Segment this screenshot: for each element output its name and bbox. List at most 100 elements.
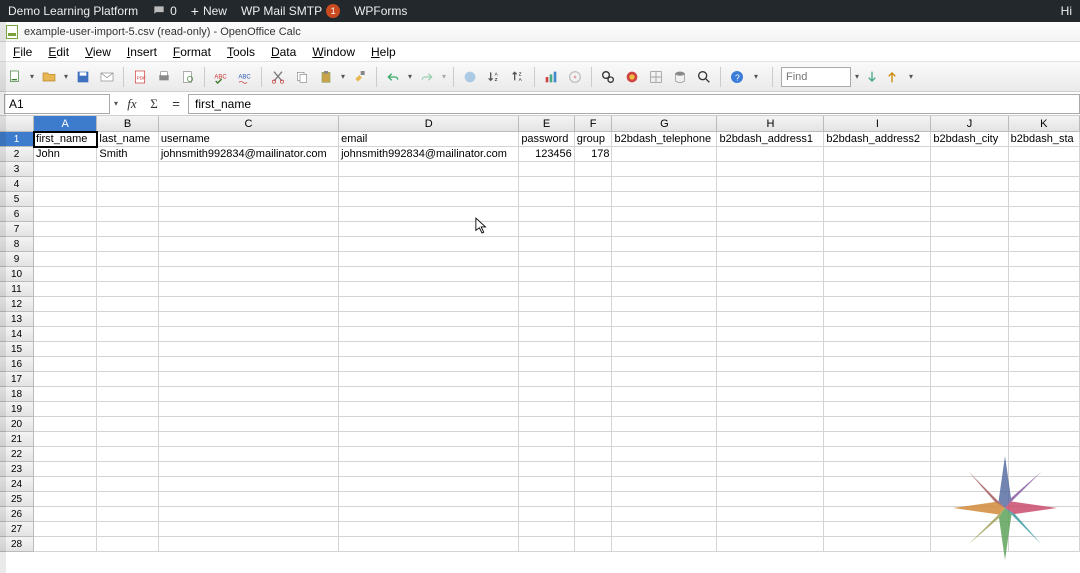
- cell-H24[interactable]: [717, 477, 824, 492]
- row-header-14[interactable]: 14: [0, 327, 34, 342]
- column-header-G[interactable]: G: [612, 116, 717, 132]
- cell-A26[interactable]: [34, 507, 97, 522]
- cell-E3[interactable]: [519, 162, 574, 177]
- row-header-17[interactable]: 17: [0, 372, 34, 387]
- cell-D9[interactable]: [339, 252, 519, 267]
- cell-A4[interactable]: [34, 177, 97, 192]
- cell-A9[interactable]: [34, 252, 97, 267]
- wpforms-link[interactable]: WPForms: [354, 4, 407, 18]
- cell-I3[interactable]: [824, 162, 931, 177]
- email-button[interactable]: [96, 66, 118, 88]
- print-button[interactable]: [153, 66, 175, 88]
- cell-K15[interactable]: [1009, 342, 1080, 357]
- cell-A27[interactable]: [34, 522, 97, 537]
- cell-I1[interactable]: b2bdash_address2: [824, 132, 931, 147]
- cell-J17[interactable]: [931, 372, 1008, 387]
- cell-B18[interactable]: [97, 387, 158, 402]
- cell-H8[interactable]: [717, 237, 824, 252]
- select-all-corner[interactable]: [0, 116, 34, 132]
- cell-C25[interactable]: [159, 492, 339, 507]
- comments-link[interactable]: 0: [152, 4, 177, 18]
- cell-F11[interactable]: [575, 282, 613, 297]
- cell-J15[interactable]: [931, 342, 1008, 357]
- cell-A17[interactable]: [34, 372, 97, 387]
- cell-J25[interactable]: [931, 492, 1008, 507]
- cellref-dropdown[interactable]: ▾: [112, 99, 120, 108]
- cell-I16[interactable]: [824, 357, 931, 372]
- cell-G3[interactable]: [612, 162, 717, 177]
- cell-A12[interactable]: [34, 297, 97, 312]
- cell-E20[interactable]: [519, 417, 574, 432]
- cell-A3[interactable]: [34, 162, 97, 177]
- cell-D8[interactable]: [339, 237, 519, 252]
- cell-H25[interactable]: [717, 492, 824, 507]
- column-header-F[interactable]: F: [575, 116, 613, 132]
- save-button[interactable]: [72, 66, 94, 88]
- greeting[interactable]: Hi: [1061, 4, 1072, 18]
- cell-J11[interactable]: [931, 282, 1008, 297]
- cell-C5[interactable]: [159, 192, 339, 207]
- cell-F27[interactable]: [575, 522, 613, 537]
- cell-G19[interactable]: [612, 402, 717, 417]
- cell-B12[interactable]: [97, 297, 158, 312]
- cell-G2[interactable]: [612, 147, 717, 162]
- cell-G17[interactable]: [612, 372, 717, 387]
- cell-C8[interactable]: [159, 237, 339, 252]
- cell-C2[interactable]: johnsmith992834@mailinator.com: [159, 147, 339, 162]
- new-doc-dropdown[interactable]: ▾: [28, 72, 36, 81]
- cell-D27[interactable]: [339, 522, 519, 537]
- cell-F15[interactable]: [575, 342, 613, 357]
- cell-B5[interactable]: [97, 192, 158, 207]
- cell-H6[interactable]: [717, 207, 824, 222]
- find-next-button[interactable]: [863, 68, 881, 86]
- column-header-D[interactable]: D: [339, 116, 519, 132]
- zoom-button[interactable]: [693, 66, 715, 88]
- cell-B19[interactable]: [97, 402, 158, 417]
- cell-F17[interactable]: [575, 372, 613, 387]
- paste-dropdown[interactable]: ▾: [339, 72, 347, 81]
- cell-A20[interactable]: [34, 417, 97, 432]
- menu-tools[interactable]: Tools: [220, 43, 262, 61]
- cell-E9[interactable]: [519, 252, 574, 267]
- wp-mail-smtp[interactable]: WP Mail SMTP 1: [241, 4, 340, 18]
- cell-D4[interactable]: [339, 177, 519, 192]
- cell-C6[interactable]: [159, 207, 339, 222]
- cell-I23[interactable]: [824, 462, 931, 477]
- cell-E11[interactable]: [519, 282, 574, 297]
- cell-B22[interactable]: [97, 447, 158, 462]
- cell-H17[interactable]: [717, 372, 824, 387]
- navigator-button[interactable]: [564, 66, 586, 88]
- row-header-28[interactable]: 28: [0, 537, 34, 552]
- cell-F24[interactable]: [575, 477, 613, 492]
- cell-G14[interactable]: [612, 327, 717, 342]
- cell-B25[interactable]: [97, 492, 158, 507]
- cell-B16[interactable]: [97, 357, 158, 372]
- cell-B27[interactable]: [97, 522, 158, 537]
- gallery-button[interactable]: [621, 66, 643, 88]
- undo-button[interactable]: [382, 66, 404, 88]
- cell-B26[interactable]: [97, 507, 158, 522]
- cell-H22[interactable]: [717, 447, 824, 462]
- cell-D14[interactable]: [339, 327, 519, 342]
- cell-J7[interactable]: [931, 222, 1008, 237]
- cell-K1[interactable]: b2bdash_sta: [1009, 132, 1080, 147]
- cell-C27[interactable]: [159, 522, 339, 537]
- cell-reference-box[interactable]: A1: [4, 94, 110, 114]
- column-header-C[interactable]: C: [159, 116, 339, 132]
- cell-D2[interactable]: johnsmith992834@mailinator.com: [339, 147, 519, 162]
- cell-H11[interactable]: [717, 282, 824, 297]
- cell-H21[interactable]: [717, 432, 824, 447]
- cell-E7[interactable]: [519, 222, 574, 237]
- cell-G26[interactable]: [612, 507, 717, 522]
- cell-H23[interactable]: [717, 462, 824, 477]
- column-header-H[interactable]: H: [717, 116, 824, 132]
- cell-B3[interactable]: [97, 162, 158, 177]
- cell-H19[interactable]: [717, 402, 824, 417]
- cell-K18[interactable]: [1009, 387, 1080, 402]
- cell-B15[interactable]: [97, 342, 158, 357]
- cell-F6[interactable]: [575, 207, 613, 222]
- cell-C13[interactable]: [159, 312, 339, 327]
- cell-A13[interactable]: [34, 312, 97, 327]
- cell-I11[interactable]: [824, 282, 931, 297]
- redo-dropdown[interactable]: ▾: [440, 72, 448, 81]
